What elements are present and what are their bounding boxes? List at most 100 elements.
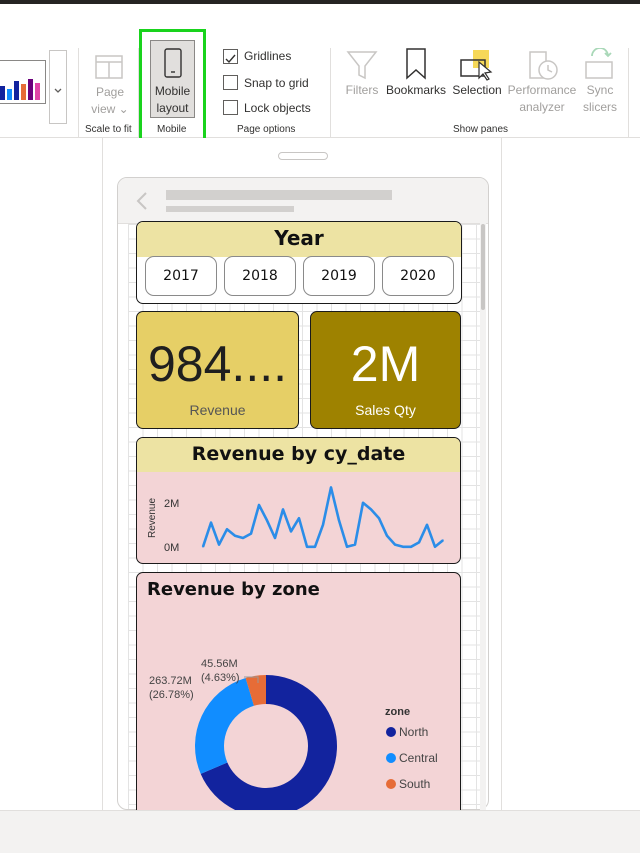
line-point-19 bbox=[354, 543, 356, 546]
divider bbox=[330, 48, 331, 138]
line-point-25 bbox=[402, 546, 404, 548]
line-point-18 bbox=[346, 546, 348, 548]
line-point-15 bbox=[322, 524, 324, 526]
scrollbar-thumb[interactable] bbox=[481, 224, 485, 310]
donut-slice-central[interactable] bbox=[195, 677, 254, 774]
line-point-12 bbox=[298, 517, 300, 519]
line-point-14 bbox=[314, 546, 316, 548]
data-label-south-pct: (4.63%) bbox=[201, 672, 240, 684]
revenue-donut-chart[interactable]: Revenue by zone 45.56M (4.63%) 263.72M (… bbox=[136, 572, 461, 822]
donut-chart-plot: 45.56M (4.63%) 263.72M (26.78%) zone Nor… bbox=[149, 658, 438, 817]
year-option-2020[interactable]: 2020 bbox=[382, 256, 454, 296]
gridlines-label: Gridlines bbox=[244, 49, 292, 63]
mini-bar-chart-icon bbox=[0, 79, 40, 100]
line-point-23 bbox=[386, 535, 388, 537]
sales-qty-label: Sales Qty bbox=[355, 402, 416, 418]
year-option-2017[interactable]: 2017 bbox=[145, 256, 217, 296]
line-point-8 bbox=[266, 519, 268, 522]
legend-title: zone bbox=[385, 706, 410, 718]
line-point-1 bbox=[210, 521, 212, 524]
lock-objects-label: Lock objects bbox=[244, 101, 311, 115]
filter-icon bbox=[346, 51, 378, 80]
data-label-south-value: 45.56M bbox=[201, 658, 238, 670]
line-point-9 bbox=[274, 537, 276, 539]
revenue-card[interactable]: 984.... Revenue bbox=[136, 311, 299, 429]
year-option-2018[interactable]: 2018 bbox=[224, 256, 296, 296]
filters-button[interactable]: Filters bbox=[344, 82, 380, 99]
year-slicer[interactable]: Year 2017 2018 2019 2020 bbox=[136, 221, 462, 304]
divider bbox=[78, 48, 79, 138]
line-point-27 bbox=[418, 541, 420, 544]
line-point-7 bbox=[258, 504, 260, 506]
sync-slicers-button[interactable]: Sync slicers bbox=[578, 82, 622, 116]
snap-to-grid-checkbox[interactable] bbox=[223, 75, 238, 90]
ribbon: Page view ⌄ Scale to fit Mobile layout M… bbox=[0, 4, 640, 138]
legend-north: North bbox=[399, 725, 428, 739]
legend-marker-north bbox=[386, 727, 396, 737]
mobile-layout-highlight bbox=[139, 29, 206, 147]
group-label-show-panes: Show panes bbox=[453, 124, 509, 135]
page-view-label-2: view ⌄ bbox=[91, 102, 129, 116]
sales-qty-value: 2M bbox=[350, 336, 421, 392]
line-point-6 bbox=[250, 532, 252, 535]
line-point-3 bbox=[226, 528, 228, 530]
legend-central: Central bbox=[399, 751, 438, 765]
group-label-scale-to-fit: Scale to fit bbox=[85, 124, 132, 135]
page-view-button[interactable]: Page view ⌄ bbox=[88, 84, 132, 118]
gridlines-checkbox[interactable] bbox=[223, 49, 238, 64]
line-point-30 bbox=[442, 539, 444, 541]
performance-analyzer-icon bbox=[529, 51, 558, 80]
line-point-5 bbox=[242, 537, 244, 539]
year-slicer-title: Year bbox=[274, 226, 324, 250]
theme-gallery-thumbnail[interactable] bbox=[0, 60, 46, 104]
phone-speaker bbox=[278, 152, 328, 160]
page-view-icon bbox=[95, 55, 123, 79]
back-arrow-icon[interactable] bbox=[134, 190, 150, 212]
mobile-header bbox=[118, 178, 488, 224]
line-point-4 bbox=[234, 535, 236, 537]
line-chart-title: Revenue by cy_date bbox=[191, 443, 406, 465]
data-label-central-value: 263.72M bbox=[149, 675, 192, 687]
revenue-line-chart[interactable]: Revenue by cy_date Revenue 2M 0M bbox=[136, 437, 461, 564]
year-option-2019[interactable]: 2019 bbox=[303, 256, 375, 296]
theme-gallery-expand[interactable] bbox=[49, 50, 67, 124]
legend-marker-south bbox=[386, 779, 396, 789]
divider bbox=[628, 48, 629, 138]
revenue-series-line bbox=[201, 486, 444, 549]
line-point-11 bbox=[290, 530, 292, 533]
line-point-2 bbox=[218, 543, 220, 546]
line-point-29 bbox=[434, 546, 436, 548]
line-point-28 bbox=[426, 524, 428, 526]
selection-icon bbox=[460, 50, 493, 81]
sync-slicers-icon bbox=[585, 48, 613, 79]
revenue-value: 984.... bbox=[148, 336, 287, 392]
line-point-0 bbox=[202, 546, 204, 548]
line-point-16 bbox=[330, 486, 332, 489]
line-point-21 bbox=[370, 508, 372, 511]
y-tick-2M: 2M bbox=[164, 498, 179, 510]
lock-objects-checkbox[interactable] bbox=[223, 100, 238, 115]
legend-south: South bbox=[399, 777, 430, 791]
line-point-24 bbox=[394, 543, 396, 546]
line-chart-plot: Revenue 2M 0M bbox=[147, 486, 444, 554]
y-tick-0M: 0M bbox=[164, 542, 179, 554]
chevron-down-icon bbox=[54, 88, 62, 93]
page-view-label-1: Page bbox=[95, 85, 125, 99]
performance-analyzer-button[interactable]: Performance analyzer bbox=[505, 82, 579, 116]
header-placeholder-title bbox=[166, 190, 392, 200]
header-placeholder-subtitle bbox=[166, 206, 294, 212]
revenue-label: Revenue bbox=[189, 402, 246, 418]
bookmark-icon bbox=[406, 48, 426, 80]
line-point-22 bbox=[378, 517, 380, 519]
line-point-26 bbox=[410, 546, 412, 548]
status-bar bbox=[0, 810, 640, 853]
group-label-page-options: Page options bbox=[237, 124, 296, 135]
line-point-10 bbox=[282, 508, 284, 511]
checkmark-icon bbox=[225, 54, 236, 64]
snap-to-grid-label: Snap to grid bbox=[244, 76, 309, 90]
bookmarks-button[interactable]: Bookmarks bbox=[385, 82, 447, 99]
sales-qty-card[interactable]: 2M Sales Qty bbox=[310, 311, 461, 429]
data-label-central-pct: (26.78%) bbox=[149, 689, 194, 701]
selection-button[interactable]: Selection bbox=[450, 82, 504, 99]
line-point-20 bbox=[362, 502, 364, 504]
